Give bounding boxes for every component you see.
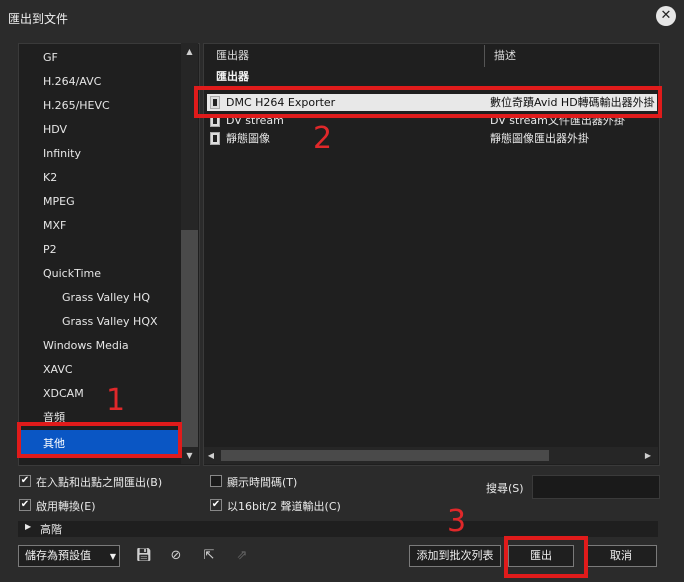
- expand-arrow-icon[interactable]: ▶: [25, 522, 31, 531]
- export-preset-icon[interactable]: ⇗: [233, 547, 251, 565]
- annotation-number-1: 1: [106, 383, 126, 418]
- tree-item[interactable]: P2: [19, 238, 182, 262]
- tree-item[interactable]: XDCAM: [19, 382, 182, 406]
- tree-item[interactable]: XAVC: [19, 358, 182, 382]
- annotation-box-2: [194, 86, 662, 118]
- scroll-left-icon[interactable]: ◀: [204, 451, 218, 460]
- horizontal-scrollbar-thumb[interactable]: [221, 450, 549, 461]
- tree-item[interactable]: QuickTime: [19, 262, 182, 286]
- scroll-up-icon[interactable]: ▲: [181, 47, 198, 56]
- exporter-name: 靜態圖像: [226, 132, 270, 145]
- preset-value: 儲存為預設值: [25, 549, 91, 562]
- annotation-box-3: [504, 536, 588, 578]
- in-out-checkbox[interactable]: ✔: [19, 475, 31, 487]
- annotation-number-2: 2: [313, 121, 333, 156]
- advanced-section[interactable]: [18, 521, 658, 537]
- tree-item[interactable]: GF: [19, 46, 182, 70]
- show-timecode-checkbox[interactable]: [210, 475, 222, 487]
- preset-dropdown[interactable]: 儲存為預設值 ▼: [18, 545, 120, 567]
- delete-preset-icon[interactable]: ⊘: [167, 547, 185, 565]
- tree-item[interactable]: MPEG: [19, 190, 182, 214]
- tree-item[interactable]: Infinity: [19, 142, 182, 166]
- save-icon[interactable]: 💾︎: [135, 547, 153, 565]
- column-header-description[interactable]: 描述: [494, 45, 516, 67]
- close-icon[interactable]: ✕: [656, 6, 676, 26]
- window-title: 匯出到文件: [8, 12, 69, 26]
- annotation-number-3: 3: [447, 504, 467, 539]
- tree-item[interactable]: Grass Valley HQ: [19, 286, 182, 310]
- tree-item[interactable]: Grass Valley HQX: [19, 310, 182, 334]
- cancel-button[interactable]: 取消: [585, 545, 657, 567]
- exporter-group-label: 匯出器: [216, 70, 249, 83]
- film-icon: [210, 132, 220, 145]
- show-timecode-label: 顯示時間碼(T): [227, 476, 298, 489]
- import-preset-icon[interactable]: ⇱: [200, 547, 218, 565]
- tree-item[interactable]: K2: [19, 166, 182, 190]
- enable-convert-label: 啟用轉換(E): [36, 500, 96, 513]
- column-divider[interactable]: [484, 45, 485, 67]
- chevron-down-icon: ▼: [109, 552, 116, 561]
- search-label: 搜尋(S): [486, 482, 524, 495]
- tree-item[interactable]: H.265/HEVC: [19, 94, 182, 118]
- output-16bit-checkbox[interactable]: ✔: [210, 499, 222, 511]
- column-header-exporter[interactable]: 匯出器: [216, 45, 249, 67]
- scroll-right-icon[interactable]: ▶: [641, 451, 655, 460]
- tree-item[interactable]: HDV: [19, 118, 182, 142]
- tree-item[interactable]: Windows Media: [19, 334, 182, 358]
- tree-item[interactable]: H.264/AVC: [19, 70, 182, 94]
- scroll-down-icon[interactable]: ▼: [181, 451, 198, 460]
- tree-item[interactable]: MXF: [19, 214, 182, 238]
- annotation-box-1: [17, 422, 182, 458]
- exporter-description: 靜態圖像匯出器外掛: [490, 132, 589, 145]
- advanced-label[interactable]: 高階: [40, 521, 62, 537]
- enable-convert-checkbox[interactable]: ✔: [19, 499, 31, 511]
- in-out-label: 在入點和出點之間匯出(B): [36, 476, 163, 489]
- add-batch-button[interactable]: 添加到批次列表: [409, 545, 501, 567]
- title-bar: [0, 0, 684, 34]
- exporter-row[interactable]: 靜態圖像 靜態圖像匯出器外掛: [207, 130, 657, 147]
- search-input[interactable]: [532, 475, 660, 499]
- output-16bit-label: 以16bit/2 聲道輸出(C): [227, 500, 341, 513]
- tree-scrollbar-thumb[interactable]: [181, 230, 198, 447]
